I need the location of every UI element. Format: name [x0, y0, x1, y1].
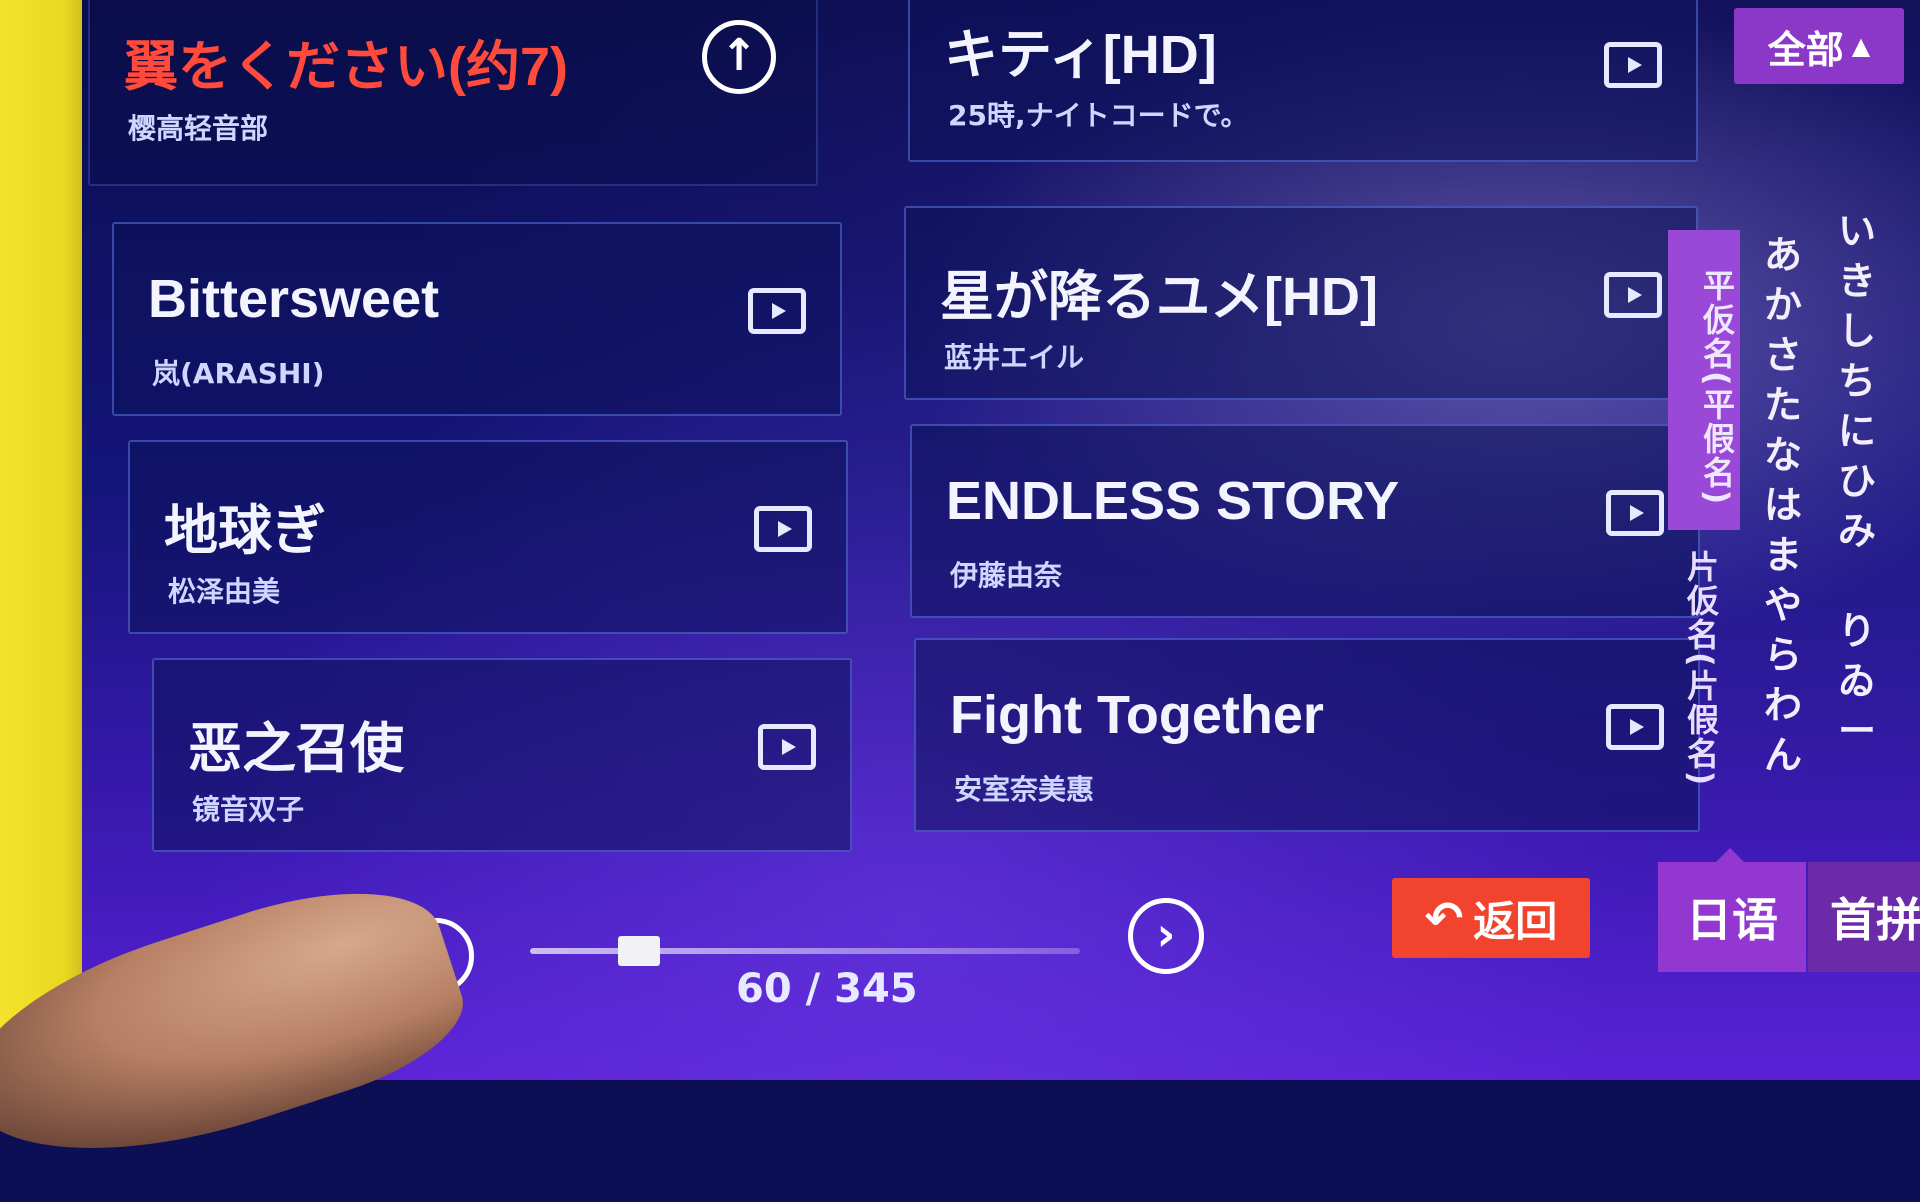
back-button[interactable]: ↶ 返回: [1392, 878, 1590, 958]
video-play-icon[interactable]: [1604, 272, 1662, 318]
tab-katakana-label: 片仮名(片假名): [1682, 550, 1720, 788]
song-title: Fight Together: [950, 685, 1324, 745]
video-play-icon[interactable]: [1606, 490, 1664, 536]
kana-key[interactable]: [1838, 556, 1876, 606]
kana-key[interactable]: ゐ: [1838, 656, 1876, 706]
language-tabs: 日语 首拼: [1658, 848, 1920, 972]
tab-pointer: [1716, 848, 1744, 862]
song-artist: 岚(ARASHI): [152, 357, 325, 390]
kana-key[interactable]: た: [1764, 380, 1802, 430]
video-play-icon[interactable]: [754, 506, 812, 552]
song-card[interactable]: ENDLESS STORY 伊藤由奈: [910, 424, 1700, 618]
back-arrow-icon: ↶: [1424, 891, 1464, 945]
video-play-icon[interactable]: [1604, 42, 1662, 88]
page-slider[interactable]: [530, 948, 1080, 954]
kana-column-i: い き し ち に ひ み り ゐ ー: [1838, 206, 1876, 756]
tab-hiragana-label: 平仮名(平假名): [1698, 269, 1736, 507]
kana-key[interactable]: な: [1764, 430, 1802, 480]
song-card[interactable]: 地球ぎ 松泽由美: [128, 440, 848, 634]
caret-up-icon: ▲: [1851, 32, 1871, 60]
kana-key[interactable]: に: [1838, 406, 1876, 456]
kana-key[interactable]: ひ: [1838, 456, 1876, 506]
page-counter: 60 / 345: [736, 966, 918, 1012]
video-play-icon[interactable]: [748, 288, 806, 334]
song-artist: 25時,ナイトコードで。: [948, 99, 1249, 132]
song-card[interactable]: Bittersweet 岚(ARASHI): [112, 222, 842, 416]
up-arrow-icon[interactable]: ↑: [702, 20, 776, 94]
kana-key[interactable]: は: [1764, 480, 1802, 530]
song-card[interactable]: キティ[HD] 25時,ナイトコードで。: [908, 0, 1698, 162]
kana-key[interactable]: き: [1838, 256, 1876, 306]
kana-key[interactable]: し: [1838, 306, 1876, 356]
kana-key[interactable]: か: [1764, 280, 1802, 330]
kana-key[interactable]: ん: [1764, 730, 1802, 780]
kana-key[interactable]: わ: [1764, 680, 1802, 730]
kana-index-panel: 平仮名(平假名) 片仮名(片假名) あ か さ た な は ま や ら わ ん …: [1668, 209, 1920, 790]
kana-key[interactable]: あ: [1764, 230, 1802, 280]
song-title: キティ[HD]: [944, 25, 1217, 85]
current-song-title: 翼をください(约7): [124, 37, 568, 97]
kana-key[interactable]: ち: [1838, 356, 1876, 406]
video-play-icon[interactable]: [1606, 704, 1664, 750]
song-card[interactable]: 恶之召使 镜音双子: [152, 658, 852, 852]
back-button-label: 返回: [1473, 896, 1558, 946]
kana-key[interactable]: ら: [1764, 630, 1802, 680]
tab-hiragana[interactable]: 平仮名(平假名): [1668, 230, 1740, 530]
filter-all-button[interactable]: 全部 ▲: [1734, 8, 1904, 84]
tab-pinyin-initial[interactable]: 首拼: [1808, 862, 1920, 972]
song-title: 星が降るユメ[HD]: [940, 267, 1378, 327]
kana-key[interactable]: り: [1838, 606, 1876, 656]
filter-label: 全部: [1767, 27, 1844, 72]
song-card[interactable]: Fight Together 安室奈美惠: [914, 638, 1700, 832]
song-title: Bittersweet: [148, 269, 440, 329]
song-artist: 伊藤由奈: [950, 559, 1063, 592]
kana-key[interactable]: い: [1838, 206, 1876, 256]
song-artist: 安室奈美惠: [954, 773, 1095, 806]
song-artist: 松泽由美: [168, 575, 281, 608]
song-title: 恶之召使: [188, 719, 404, 779]
song-artist: 蓝井エイル: [944, 341, 1085, 374]
kana-key[interactable]: さ: [1764, 330, 1802, 380]
tab-japanese[interactable]: 日语: [1658, 862, 1806, 972]
chevron-right-icon: ›: [1156, 907, 1176, 961]
video-play-icon[interactable]: [758, 724, 816, 770]
song-card[interactable]: 星が降るユメ[HD] 蓝井エイル: [904, 206, 1698, 400]
kana-key[interactable]: や: [1764, 580, 1802, 630]
song-title: ENDLESS STORY: [946, 471, 1400, 531]
current-song-artist: 樱高轻音部: [128, 112, 269, 145]
kana-column-a: あ か さ た な は ま や ら わ ん: [1764, 230, 1802, 780]
kana-key[interactable]: ー: [1838, 706, 1876, 756]
screen-bezel: [0, 0, 92, 1080]
kana-key[interactable]: み: [1838, 506, 1876, 556]
song-title: 地球ぎ: [164, 501, 326, 561]
kana-key[interactable]: ま: [1764, 530, 1802, 580]
song-artist: 镜音双子: [192, 793, 305, 826]
page-slider-thumb[interactable]: [618, 936, 660, 966]
tab-katakana[interactable]: 片仮名(片假名): [1678, 550, 1724, 787]
next-page-button[interactable]: ›: [1128, 898, 1204, 974]
current-song-card[interactable]: 翼をください(约7) 樱高轻音部 ↑: [88, 0, 818, 186]
